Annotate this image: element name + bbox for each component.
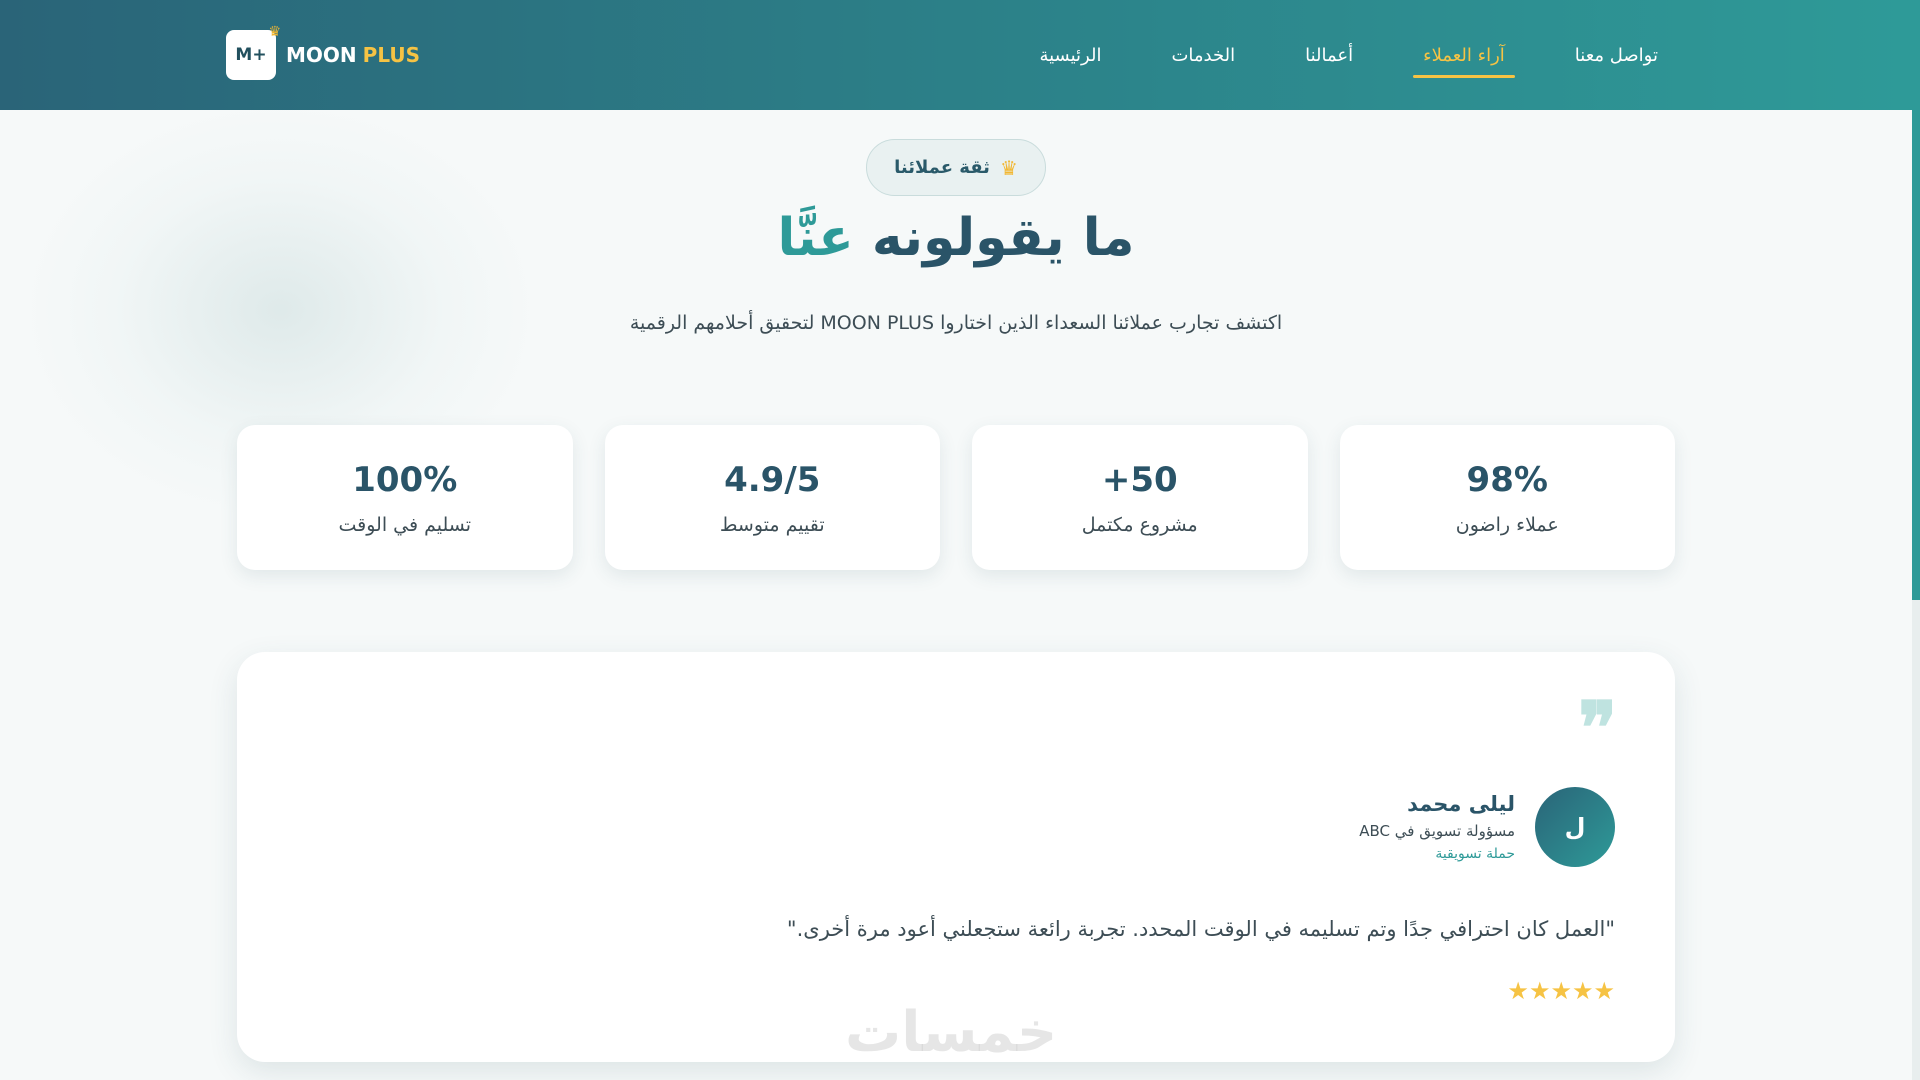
logo-word-plus: PLUS bbox=[362, 43, 420, 67]
stat-label: مشروع مكتمل bbox=[1081, 513, 1198, 536]
scrollbar-thumb[interactable] bbox=[1912, 0, 1920, 600]
scrollbar[interactable] bbox=[1912, 0, 1920, 1080]
stat-value: 4.9/5 bbox=[724, 459, 821, 500]
quote-icon: ❞ bbox=[1578, 685, 1617, 770]
crown-icon: ♛ bbox=[999, 155, 1018, 180]
page-subtitle: اكتشف تجارب عملائنا السعداء الذين اختارو… bbox=[629, 312, 1283, 334]
testimonial-quote: "العمل كان احترافي جدًا وتم تسليمه في ال… bbox=[786, 917, 1615, 941]
author-name: ليلى محمد bbox=[1407, 792, 1515, 816]
stat-card-rating: 4.9/5 تقييم متوسط bbox=[604, 425, 940, 570]
stat-value: 100% bbox=[352, 459, 458, 500]
stat-label: عملاء راضون bbox=[1455, 513, 1559, 536]
watermark: خمسات bbox=[845, 1000, 1058, 1065]
site-header: M+ ♛ MOON PLUS تواصل معنا آراء العملاء أ… bbox=[0, 0, 1912, 110]
badge-label: ثقة عملائنا bbox=[894, 157, 990, 178]
avatar: ل bbox=[1535, 787, 1615, 867]
author-project: حملة تسويقية bbox=[1435, 846, 1515, 862]
stats-row: 98% عملاء راضون +50 مشروع مكتمل 4.9/5 تق… bbox=[237, 425, 1675, 570]
page-title: ما يقولونه عنَّا bbox=[0, 208, 1912, 268]
stat-value: 98% bbox=[1466, 459, 1548, 500]
logo-mark-text: M+ bbox=[235, 45, 267, 65]
avatar-letter: ل bbox=[1564, 813, 1586, 841]
star-rating: ★★★★★ bbox=[1507, 977, 1615, 1005]
nav-item-portfolio[interactable]: أعمالنا bbox=[1295, 37, 1363, 74]
stat-card-ontime: 100% تسليم في الوقت bbox=[237, 425, 573, 570]
nav-item-contact[interactable]: تواصل معنا bbox=[1565, 37, 1668, 74]
nav-item-home[interactable]: الرئيسية bbox=[1029, 37, 1111, 74]
main-nav: تواصل معنا آراء العملاء أعمالنا الخدمات … bbox=[1029, 30, 1668, 80]
stat-label: تقييم متوسط bbox=[719, 513, 825, 536]
stat-value: +50 bbox=[1101, 459, 1178, 500]
title-main: ما يقولونه bbox=[871, 208, 1135, 268]
logo-mark: M+ ♛ bbox=[226, 24, 281, 80]
stat-card-satisfied: 98% عملاء راضون bbox=[1339, 425, 1675, 570]
author-role: مسؤولة تسويق في ABC bbox=[1359, 822, 1515, 840]
logo-text: MOON PLUS bbox=[286, 43, 420, 67]
stat-card-projects: +50 مشروع مكتمل bbox=[972, 425, 1308, 570]
logo-word-moon: MOON bbox=[286, 43, 357, 67]
author-info: ليلى محمد مسؤولة تسويق في ABC حملة تسويق… bbox=[1359, 792, 1515, 862]
trust-badge: ♛ ثقة عملائنا bbox=[866, 139, 1046, 196]
nav-item-testimonials[interactable]: آراء العملاء bbox=[1413, 37, 1515, 78]
crown-icon: ♛ bbox=[268, 24, 281, 40]
stat-label: تسليم في الوقت bbox=[338, 513, 472, 536]
nav-item-services[interactable]: الخدمات bbox=[1161, 37, 1245, 74]
page: M+ ♛ MOON PLUS تواصل معنا آراء العملاء أ… bbox=[0, 0, 1920, 1080]
logo[interactable]: M+ ♛ MOON PLUS bbox=[226, 24, 420, 80]
title-accent: عنَّا bbox=[777, 208, 854, 268]
